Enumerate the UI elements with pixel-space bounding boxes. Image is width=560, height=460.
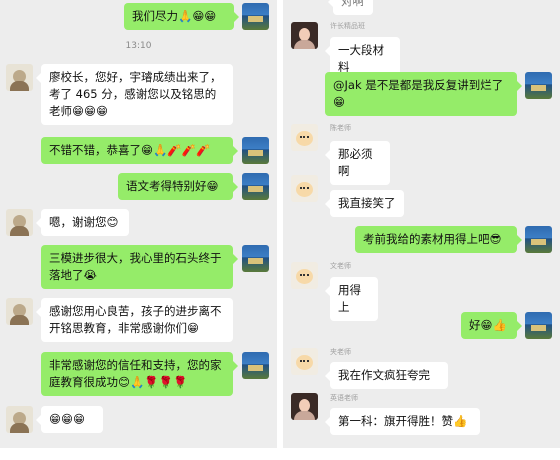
message-bubble-outgoing[interactable]: 好😁👍 [461,312,522,339]
message-bubble-incoming[interactable]: 廖校长，您好，宇璿成绩出来了，考了 465 分，感谢您以及铭思的老师😁😁😁 [36,64,233,125]
sender-name: 英语老师 [330,394,358,402]
avatar-school[interactable] [242,245,269,272]
chat-panel-left: 我们尽力🙏😁😁 13:10 廖校长，您好，宇璿成绩出来了，考了 465 分，感谢… [0,0,277,448]
avatar-school[interactable] [242,173,269,200]
message-bubble-incoming[interactable]: 我在作文疯狂夸完 [325,362,448,389]
sender-name: 文老师 [330,262,351,270]
avatar-teacher[interactable] [291,22,318,49]
avatar-student[interactable] [291,348,318,375]
avatar-school[interactable] [525,226,552,253]
message-bubble-incoming[interactable]: 感谢您用心良苦，孩子的进步离不开铭思教育，非常感谢你们😁 [36,298,233,342]
sender-name: 许长精品班 [330,22,365,30]
avatar-student[interactable] [291,262,318,289]
avatar-school[interactable] [242,137,269,164]
message-bubble-outgoing[interactable]: 非常感谢您的信任和支持，您的家庭教育很成功😊🙏🌹🌹🌹 [41,352,238,396]
chat-panel-right: 对啊 许长精品班 一大段材料 @Jak 是不是都是我反复讲到烂了😁 陈老师 那必… [283,0,560,448]
message-bubble-incoming[interactable]: 那必须啊 [325,141,390,185]
message-bubble-outgoing[interactable]: 三模进步很大，我心里的石头终于落地了😭 [41,245,238,289]
avatar-parent[interactable] [6,406,33,433]
timestamp: 13:10 [125,41,152,51]
avatar-parent[interactable] [6,64,33,91]
avatar-parent[interactable] [6,209,33,236]
message-bubble-outgoing[interactable]: 考前我给的素材用得上吧😎 [355,226,522,253]
message-bubble-incoming-partial[interactable]: 对啊 [328,0,373,15]
sender-name: 夹老师 [330,348,351,356]
avatar-school[interactable] [242,3,269,30]
message-bubble-incoming[interactable]: 😁😁😁 [36,406,103,433]
message-bubble-incoming[interactable]: 用得上 [325,277,378,321]
message-bubble-outgoing[interactable]: 不错不错，恭喜了😁🙏🧨🧨🧨 [41,137,238,164]
avatar-parent[interactable] [6,298,33,325]
message-bubble-outgoing[interactable]: 我们尽力🙏😁😁 [124,3,239,30]
avatar-school[interactable] [525,72,552,99]
avatar-teacher[interactable] [291,393,318,420]
sender-name: 陈老师 [330,124,351,132]
message-bubble-incoming[interactable]: 嗯，谢谢您😊 [36,209,129,236]
avatar-student[interactable] [291,175,318,202]
message-bubble-incoming[interactable]: 我直接笑了 [325,190,404,217]
avatar-school[interactable] [242,352,269,379]
avatar-school[interactable] [525,312,552,339]
message-bubble-incoming[interactable]: 第一科：旗开得胜！赞👍 [325,408,480,435]
message-bubble-outgoing[interactable]: 语文考得特别好😁 [118,173,238,200]
avatar-student[interactable] [291,124,318,151]
message-bubble-outgoing[interactable]: @Jak 是不是都是我反复讲到烂了😁 [325,72,522,116]
